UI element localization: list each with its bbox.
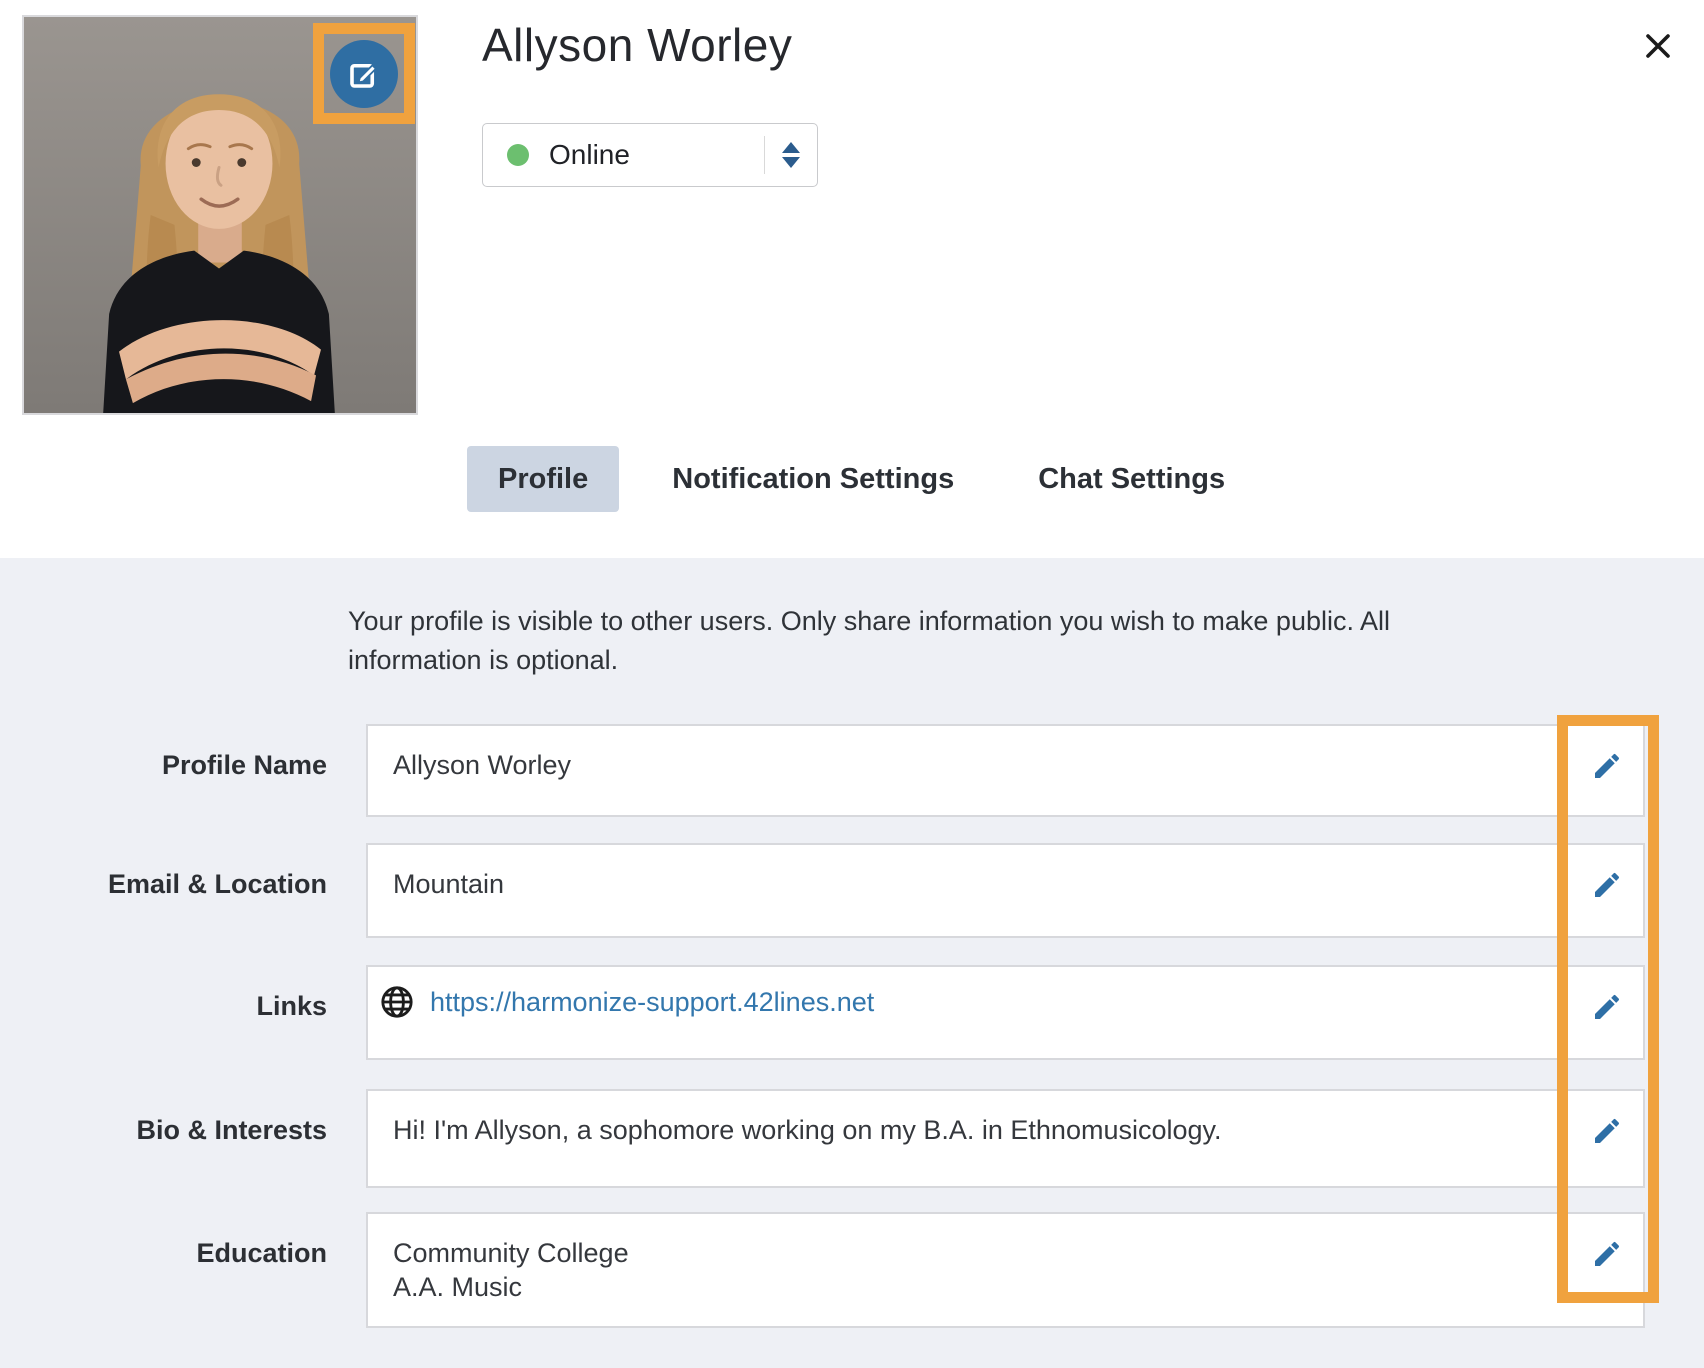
- globe-icon: [380, 985, 414, 1019]
- edit-profile-name-button[interactable]: [1590, 748, 1624, 784]
- settings-tab-bar: Profile Notification Settings Chat Setti…: [467, 446, 1256, 512]
- profile-link[interactable]: https://harmonize-support.42lines.net: [430, 985, 874, 1019]
- pencil-icon: [1591, 1115, 1623, 1147]
- field-value: Allyson Worley: [368, 726, 1643, 782]
- field-box: Hi! I'm Allyson, a sophomore working on …: [366, 1089, 1645, 1188]
- tab-notification-settings[interactable]: Notification Settings: [641, 446, 985, 512]
- field-value: Hi! I'm Allyson, a sophomore working on …: [368, 1091, 1643, 1147]
- edit-education-button[interactable]: [1590, 1236, 1624, 1272]
- edit-email-location-button[interactable]: [1590, 867, 1624, 903]
- field-row-education: Education Community College A.A. Music: [0, 1212, 1645, 1328]
- edit-links-button[interactable]: [1590, 989, 1624, 1025]
- close-button[interactable]: [1638, 26, 1678, 66]
- pencil-icon: [1591, 750, 1623, 782]
- tab-chat-settings[interactable]: Chat Settings: [1007, 446, 1256, 512]
- field-label: Bio & Interests: [0, 1089, 327, 1188]
- field-box: Mountain: [366, 843, 1645, 938]
- field-value: Mountain: [368, 845, 1643, 901]
- field-box: https://harmonize-support.42lines.net: [366, 965, 1645, 1060]
- arrow-up-icon[interactable]: [782, 142, 800, 153]
- field-label: Links: [0, 965, 327, 1060]
- pencil-icon: [1591, 869, 1623, 901]
- profile-tab-panel: Your profile is visible to other users. …: [0, 558, 1704, 1368]
- field-label: Education: [0, 1212, 327, 1328]
- edit-bio-interests-button[interactable]: [1590, 1113, 1624, 1149]
- profile-visibility-description: Your profile is visible to other users. …: [348, 602, 1458, 680]
- field-value: Community College A.A. Music: [368, 1214, 1643, 1304]
- field-label: Profile Name: [0, 724, 327, 817]
- pencil-icon: [1591, 1238, 1623, 1270]
- status-select[interactable]: Online: [482, 123, 818, 187]
- tab-profile[interactable]: Profile: [467, 446, 619, 512]
- field-row-profile-name: Profile Name Allyson Worley: [0, 724, 1645, 817]
- x-close-icon: [1642, 30, 1674, 62]
- online-status-dot-icon: [507, 144, 529, 166]
- status-selected-value: Online: [549, 139, 764, 171]
- page-title: Allyson Worley: [482, 18, 792, 72]
- link-line: https://harmonize-support.42lines.net: [368, 967, 1643, 1019]
- field-row-bio-interests: Bio & Interests Hi! I'm Allyson, a sopho…: [0, 1089, 1645, 1188]
- field-label: Email & Location: [0, 843, 327, 938]
- field-row-links: Links https://harmonize-support.42lines.…: [0, 965, 1645, 1060]
- up-down-arrows-icon[interactable]: [765, 142, 817, 168]
- pencil-icon: [1591, 991, 1623, 1023]
- field-row-email-location: Email & Location Mountain: [0, 843, 1645, 938]
- arrow-down-icon[interactable]: [782, 157, 800, 168]
- edit-square-icon: [346, 56, 382, 92]
- field-box: Allyson Worley: [366, 724, 1645, 817]
- field-box: Community College A.A. Music: [366, 1212, 1645, 1328]
- edit-photo-button[interactable]: [330, 40, 398, 108]
